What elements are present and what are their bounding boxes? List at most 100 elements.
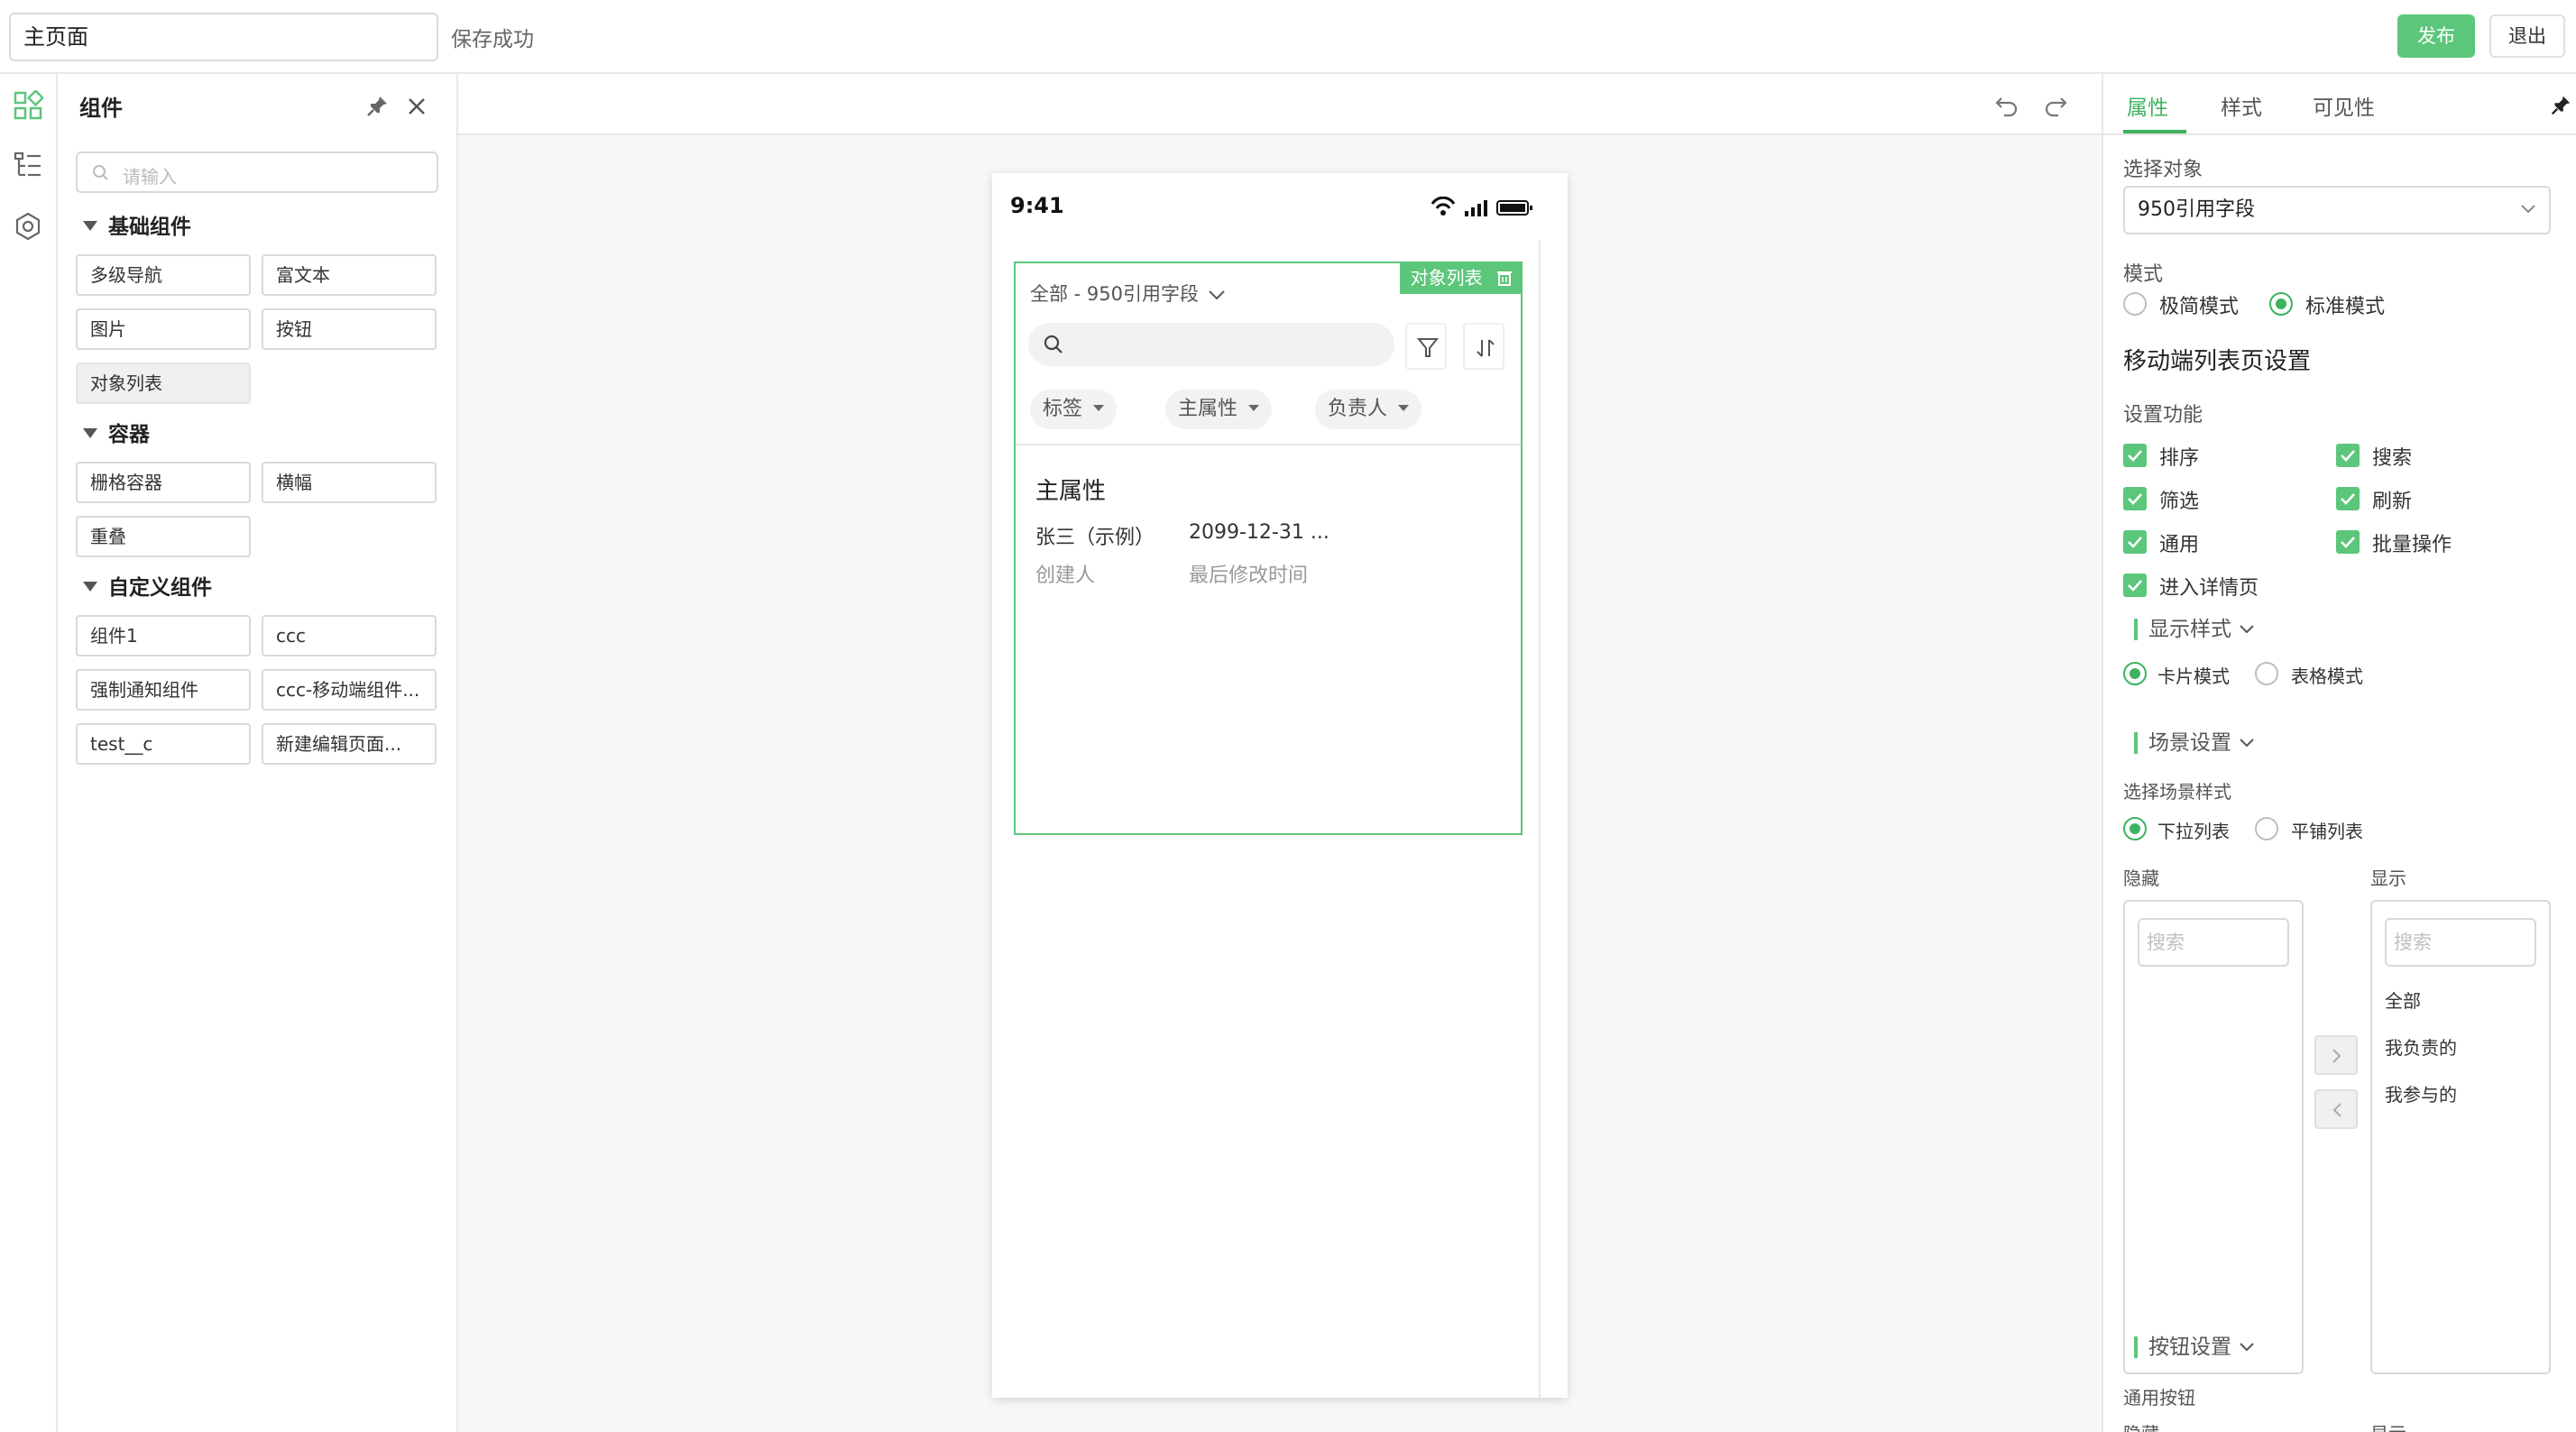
select-object-label: 选择对象 [2123,159,2203,181]
scene-settings-title: 场景设置 [2148,731,2231,755]
card-label-modified: 最后修改时间 [1189,565,1309,587]
caret-down-icon [1093,405,1105,411]
list-item[interactable]: 我负责的 [2385,1033,2457,1060]
filter-button[interactable] [1405,323,1447,370]
delete-icon[interactable] [1497,270,1512,286]
filter-pill-tag[interactable]: 标签 [1030,390,1118,429]
component-item[interactable]: 按钮 [262,308,437,350]
component-item[interactable]: 富文本 [262,254,437,296]
component-item[interactable]: 图片 [76,308,251,350]
publish-button[interactable]: 发布 [2397,14,2475,58]
component-item[interactable]: 栅格容器 [76,462,251,503]
feature-label: 筛选 [2159,491,2200,513]
filter-pill-main-attr[interactable]: 主属性 [1165,390,1273,429]
shown-scene-list: 搜索 全部 我负责的 我参与的 [2370,900,2551,1374]
display-radio-table[interactable] [2255,662,2278,685]
component-item[interactable]: 多级导航 [76,254,251,296]
features-label: 设置功能 [2123,404,2203,427]
scene-settings-header[interactable]: 场景设置 [2134,732,2255,754]
tree-icon[interactable] [13,150,43,180]
component-item[interactable]: ccc [262,615,437,656]
scene-radio-tiled[interactable] [2255,817,2278,840]
feature-checkbox-common[interactable] [2123,530,2147,554]
bottom-hidden-label: 隐藏 [2123,1419,2159,1432]
hidden-scene-list: 搜索 [2123,900,2304,1374]
tab-style[interactable]: 样式 [2221,90,2262,121]
feature-label: 批量操作 [2372,534,2452,556]
bottom-shown-label: 显示 [2370,1419,2406,1432]
phone-scrollbar-track [1539,240,1541,1398]
sort-icon [1477,339,1495,357]
shown-list-search[interactable]: 搜索 [2385,918,2536,967]
sort-button[interactable] [1463,323,1504,370]
mobile-search-bar[interactable] [1028,323,1394,366]
display-style-header[interactable]: 显示样式 [2134,619,2255,640]
group-header-container[interactable]: 容器 [83,417,150,447]
tab-properties[interactable]: 属性 [2127,90,2168,121]
component-item[interactable]: ccc-移动端组件... [262,669,437,711]
card-value-modified: 2099-12-31 ... [1189,521,1329,544]
component-item[interactable]: 强制通知组件 [76,669,251,711]
feature-label: 刷新 [2372,491,2413,513]
close-icon[interactable] [404,94,429,119]
redo-icon[interactable] [2042,90,2069,121]
component-item[interactable]: test__c [76,723,251,765]
object-list-component[interactable]: 对象列表 全部 - 950引用字段 标签 主属性 负责人 主属性 张三（示例） … [1014,262,1523,835]
move-left-button[interactable] [2314,1089,2358,1129]
tab-visibility[interactable]: 可见性 [2313,90,2375,121]
button-settings-header[interactable]: 按钮设置 [2134,1336,2255,1358]
scene-selector[interactable]: 全部 - 950引用字段 [1030,280,1226,307]
page-name-input[interactable]: 主页面 [9,13,438,61]
chevron-down-icon [2240,1343,2254,1352]
exit-button[interactable]: 退出 [2489,14,2565,58]
list-item[interactable]: 我参与的 [2385,1080,2457,1106]
card-label-creator: 创建人 [1035,565,1096,587]
group-title: 基础组件 [108,216,191,239]
filter-pill-owner[interactable]: 负责人 [1315,390,1422,429]
move-right-button[interactable] [2314,1035,2358,1075]
scene-radio-dropdown[interactable] [2123,817,2147,840]
feature-checkbox-refresh[interactable] [2336,487,2360,510]
group-header-custom[interactable]: 自定义组件 [83,570,212,601]
list-item[interactable]: 全部 [2385,987,2421,1013]
feature-label: 通用 [2159,534,2200,556]
pin-icon[interactable] [364,94,390,119]
caret-down-icon [83,221,97,231]
component-search-input[interactable]: 请输入 [76,151,438,193]
select-object-dropdown[interactable]: 950引用字段 [2123,186,2551,234]
pin-icon[interactable] [2549,94,2572,121]
search-icon [1044,335,1063,353]
shown-list-label: 显示 [2370,867,2406,889]
settings-icon[interactable] [13,211,43,242]
mode-radio-simple[interactable] [2123,292,2147,316]
component-item[interactable]: 新建编辑页面... [262,723,437,765]
filter-icon [1417,338,1439,357]
wifi-icon [1431,196,1456,216]
group-header-basic[interactable]: 基础组件 [83,209,191,240]
signal-icon [1465,200,1487,216]
component-item[interactable]: 组件1 [76,615,251,656]
feature-checkbox-detail[interactable] [2123,574,2147,597]
common-buttons-label: 通用按钮 [2123,1387,2195,1409]
component-item[interactable]: 对象列表 [76,363,251,404]
feature-checkbox-sort[interactable] [2123,444,2147,467]
feature-checkbox-filter[interactable] [2123,487,2147,510]
component-item[interactable]: 横幅 [262,462,437,503]
chevron-down-icon [1209,290,1225,300]
hidden-list-search[interactable]: 搜索 [2138,918,2289,967]
chevron-left-icon [2332,1103,2341,1117]
undo-icon[interactable] [1993,90,2020,121]
mode-radio-standard[interactable] [2269,292,2293,316]
group-title: 容器 [108,423,150,446]
component-item[interactable]: 重叠 [76,516,251,557]
components-icon[interactable] [13,88,45,121]
feature-label: 排序 [2159,447,2200,470]
display-option-label: 卡片模式 [2157,666,2230,687]
scene-option-label: 下拉列表 [2157,821,2230,842]
display-radio-card[interactable] [2123,662,2147,685]
card-value-creator: 张三（示例） [1035,527,1155,549]
feature-checkbox-batch[interactable] [2336,530,2360,554]
phone-preview: 9:41 对象列表 全部 - 950引用字段 标签 主属性 负责人 主属性 张三… [992,173,1568,1398]
tab-indicator [2123,130,2186,133]
feature-checkbox-search[interactable] [2336,444,2360,467]
